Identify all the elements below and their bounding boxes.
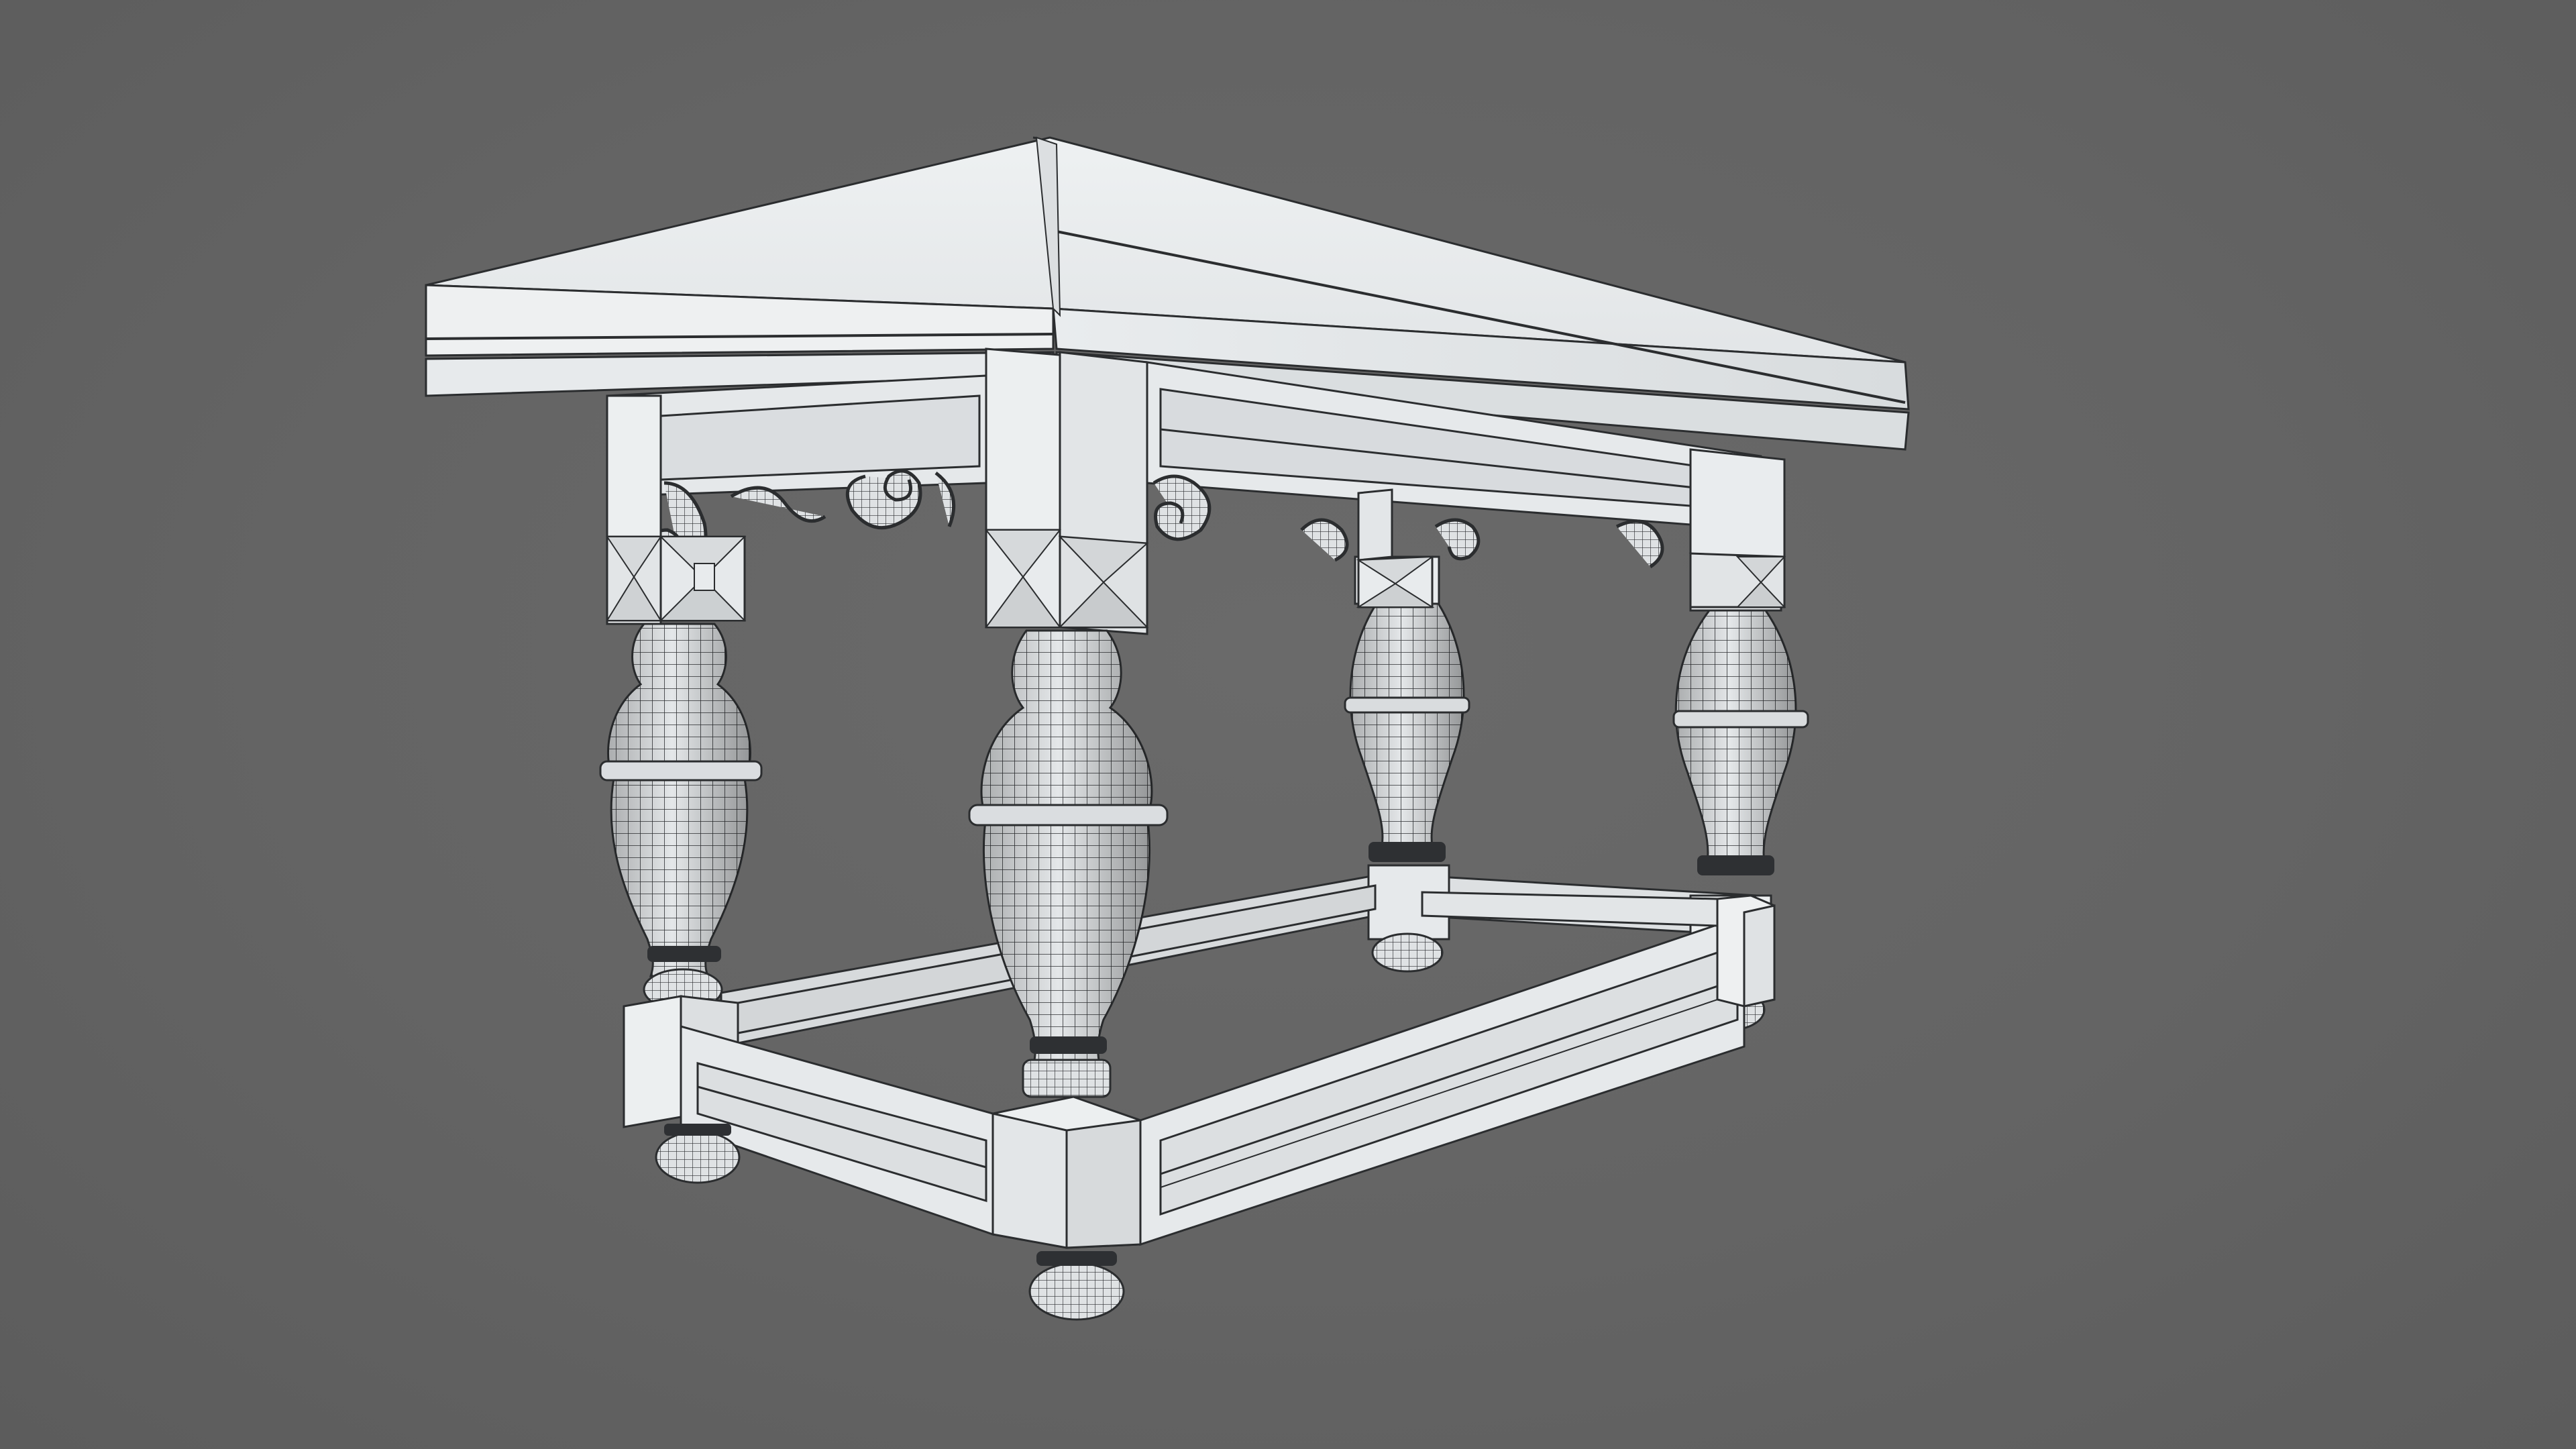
table-model (425, 136, 1910, 1321)
render-viewport (0, 0, 2576, 1449)
stretcher-frame (623, 884, 1776, 1246)
front-left-foot (655, 1124, 741, 1184)
front-corner-leg (968, 347, 1169, 1321)
